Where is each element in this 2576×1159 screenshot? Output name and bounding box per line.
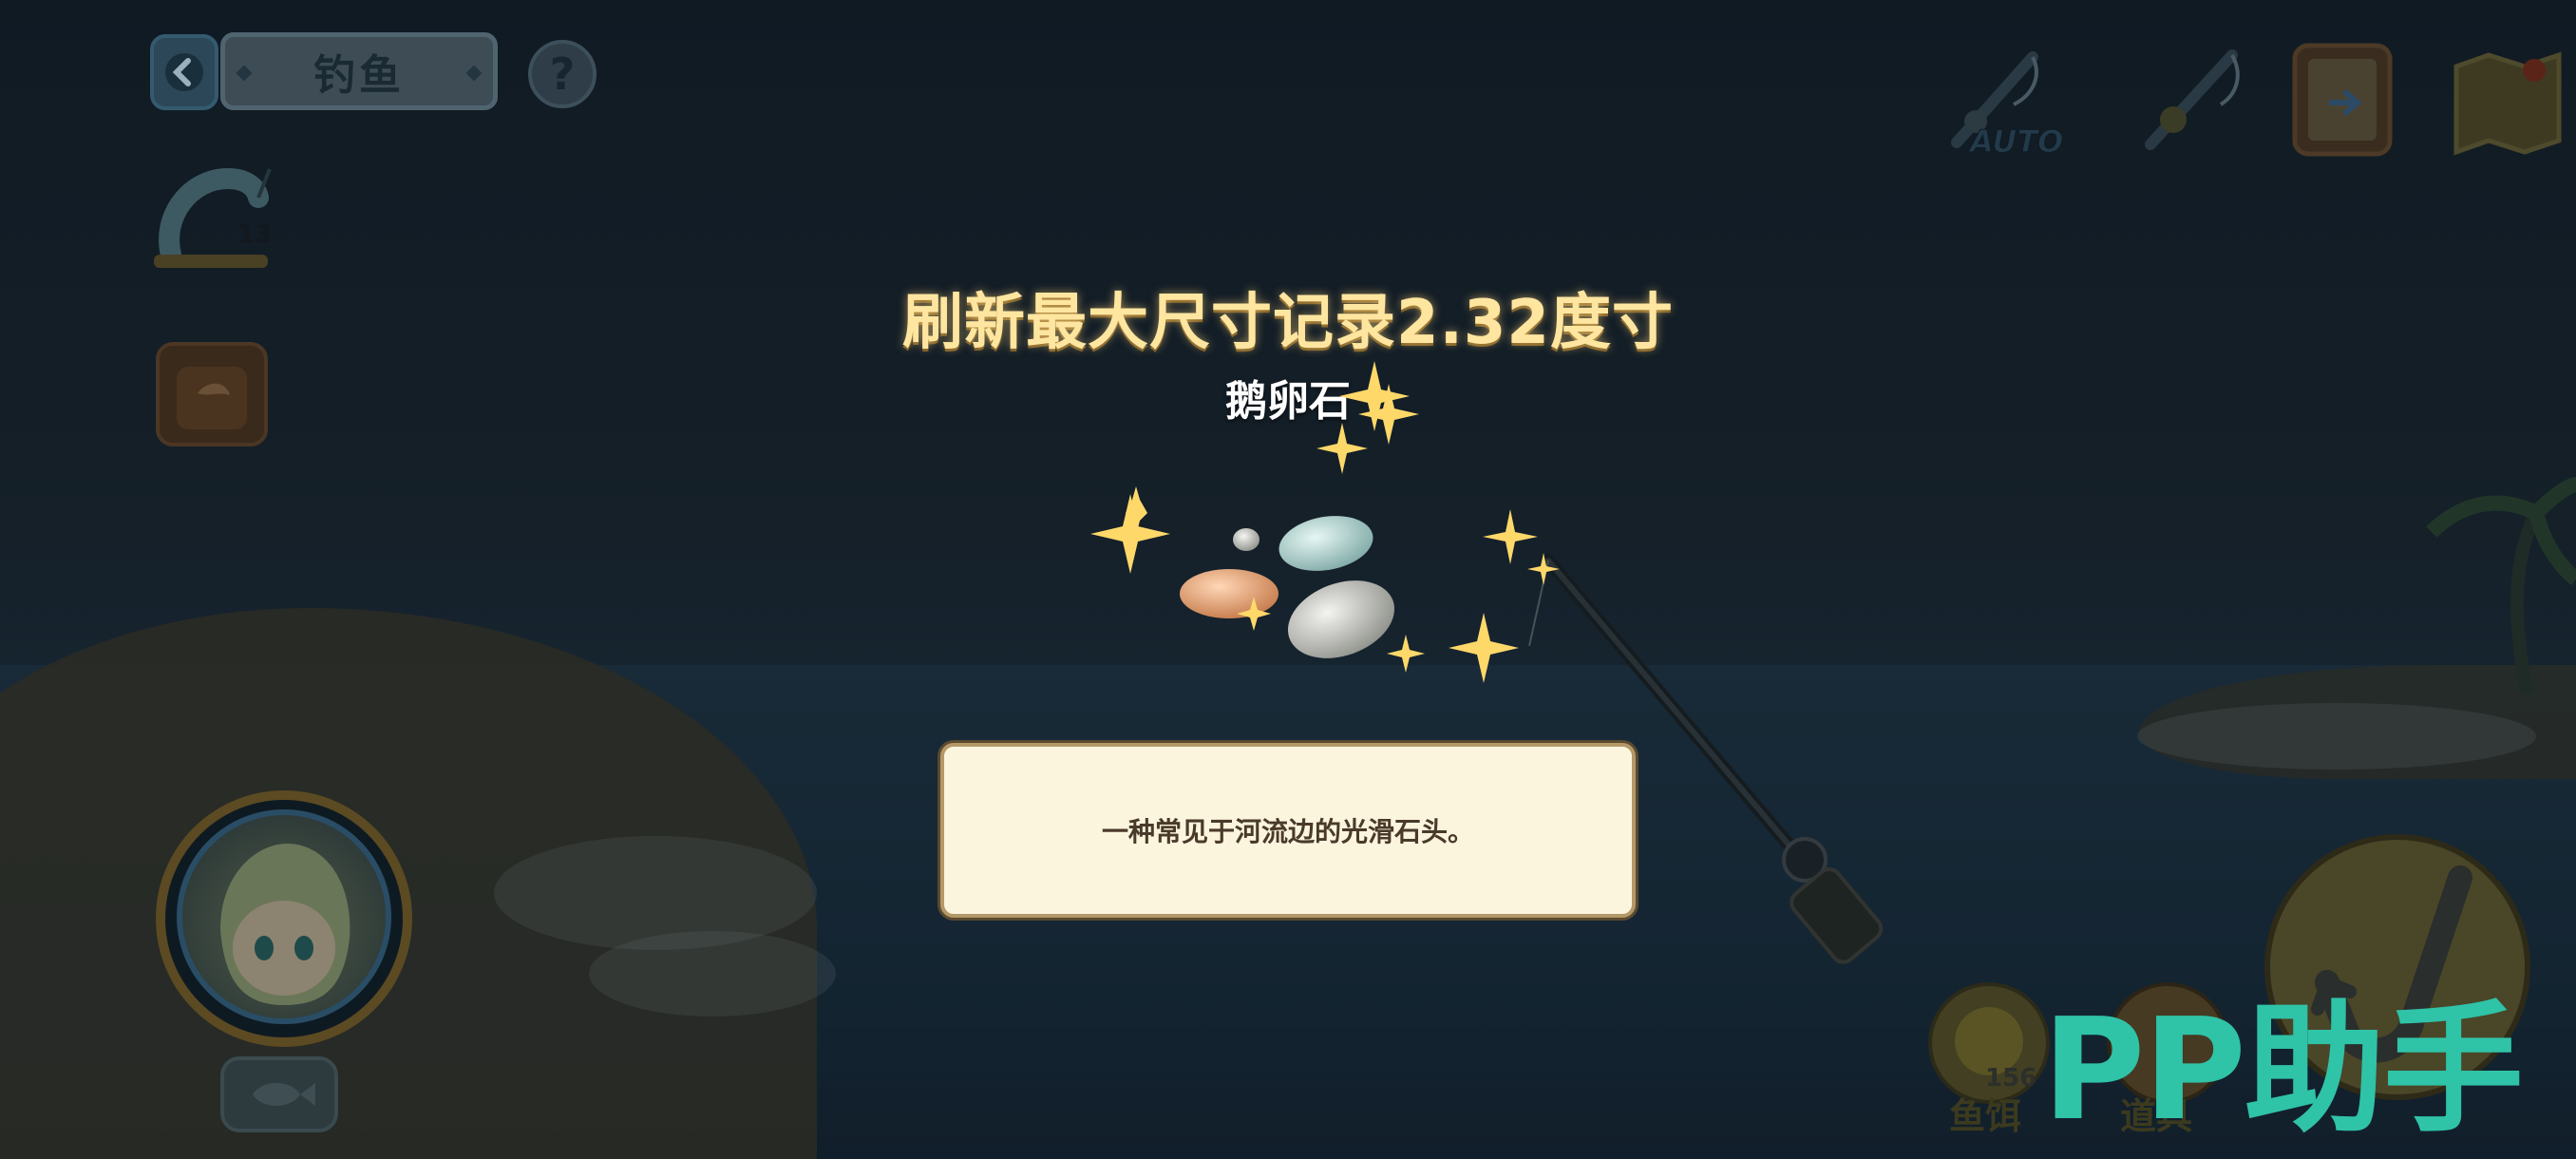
map-icon[interactable] xyxy=(2451,42,2565,165)
quest-clipboard-icon[interactable] xyxy=(2285,36,2399,160)
shrimp-bait-icon xyxy=(154,167,272,268)
sparkle-icon xyxy=(1090,361,1560,683)
auto-label: AUTO xyxy=(1969,124,2064,161)
back-arrow-icon xyxy=(165,53,203,91)
item-description: 一种常见于河流边的光滑石头。 xyxy=(1101,816,1474,847)
character-portrait-icon xyxy=(220,844,350,1005)
back-button[interactable] xyxy=(150,34,218,110)
record-banner: 刷新最大尺寸记录2.32度寸 xyxy=(902,288,1674,358)
bait-count: 13 xyxy=(237,220,273,249)
item-description-box: 一种常见于河流边的光滑石头。 xyxy=(940,743,1636,918)
fish-collection-button[interactable] xyxy=(220,1056,338,1132)
avatar[interactable] xyxy=(177,809,391,1024)
watermark: PP助手 xyxy=(2042,988,2524,1151)
bait-button-label: 鱼饵 xyxy=(1949,1095,2022,1137)
plate-ornament xyxy=(236,65,253,82)
fish-icon xyxy=(253,1083,315,1106)
page-title: 钓鱼 xyxy=(313,51,405,100)
help-button[interactable]: ? xyxy=(528,40,597,108)
fishing-rod-icon[interactable] xyxy=(2133,38,2247,162)
help-label: ? xyxy=(549,48,576,100)
bait-slot[interactable] xyxy=(152,160,275,274)
page-title-plate: 钓鱼 xyxy=(220,32,498,110)
plate-ornament xyxy=(465,65,483,82)
